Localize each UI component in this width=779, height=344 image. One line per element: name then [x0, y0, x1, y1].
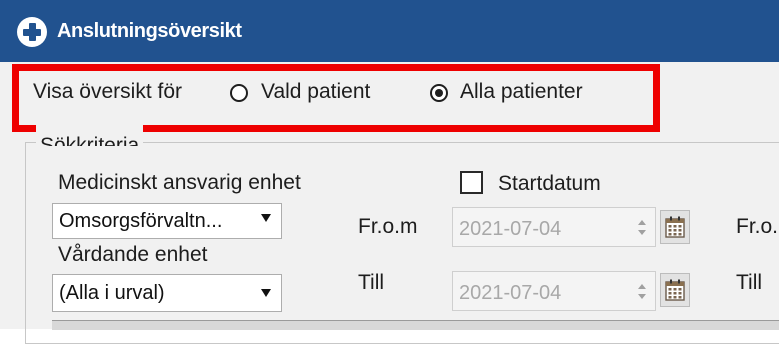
right-from-label: Fr.o. [736, 215, 779, 238]
spin-up-icon[interactable] [638, 284, 646, 289]
to-calendar-button[interactable] [660, 273, 690, 307]
calendar-icon [665, 279, 685, 301]
startdate-label[interactable]: Startdatum [498, 172, 601, 196]
from-calendar-button[interactable] [660, 210, 690, 244]
spin-down-icon[interactable] [638, 230, 646, 235]
medical-unit-select[interactable]: Omsorgsförvaltn... [52, 203, 282, 239]
from-date-value: 2021-07-04 [459, 218, 562, 240]
search-criteria-legend: Sökkriteria [36, 124, 144, 146]
medical-unit-label: Medicinskt ansvarig enhet [58, 171, 301, 194]
chevron-down-icon [261, 289, 271, 297]
to-date-field[interactable]: 2021-07-04 [452, 271, 656, 311]
calendar-icon [665, 216, 685, 238]
care-unit-label: Vårdande enhet [58, 243, 208, 266]
care-unit-value: (Alla i urval) [59, 282, 165, 304]
spin-up-icon[interactable] [638, 220, 646, 225]
highlight-box [12, 64, 660, 132]
spin-down-icon[interactable] [638, 294, 646, 299]
window-title: Anslutningsöversikt [57, 20, 242, 42]
medical-unit-value: Omsorgsförvaltn... [59, 210, 223, 232]
startdate-checkbox[interactable] [460, 171, 483, 194]
from-label: Fr.o.m [358, 215, 418, 238]
plus-circle-icon [17, 17, 47, 47]
to-date-value: 2021-07-04 [459, 282, 562, 304]
care-unit-select[interactable]: (Alla i urval) [52, 274, 282, 312]
right-to-label: Till [736, 271, 763, 294]
chevron-down-icon [261, 214, 271, 222]
title-bar: Anslutningsöversikt [0, 0, 779, 62]
from-date-field[interactable]: 2021-07-04 [452, 207, 656, 247]
to-label: Till [358, 271, 385, 294]
